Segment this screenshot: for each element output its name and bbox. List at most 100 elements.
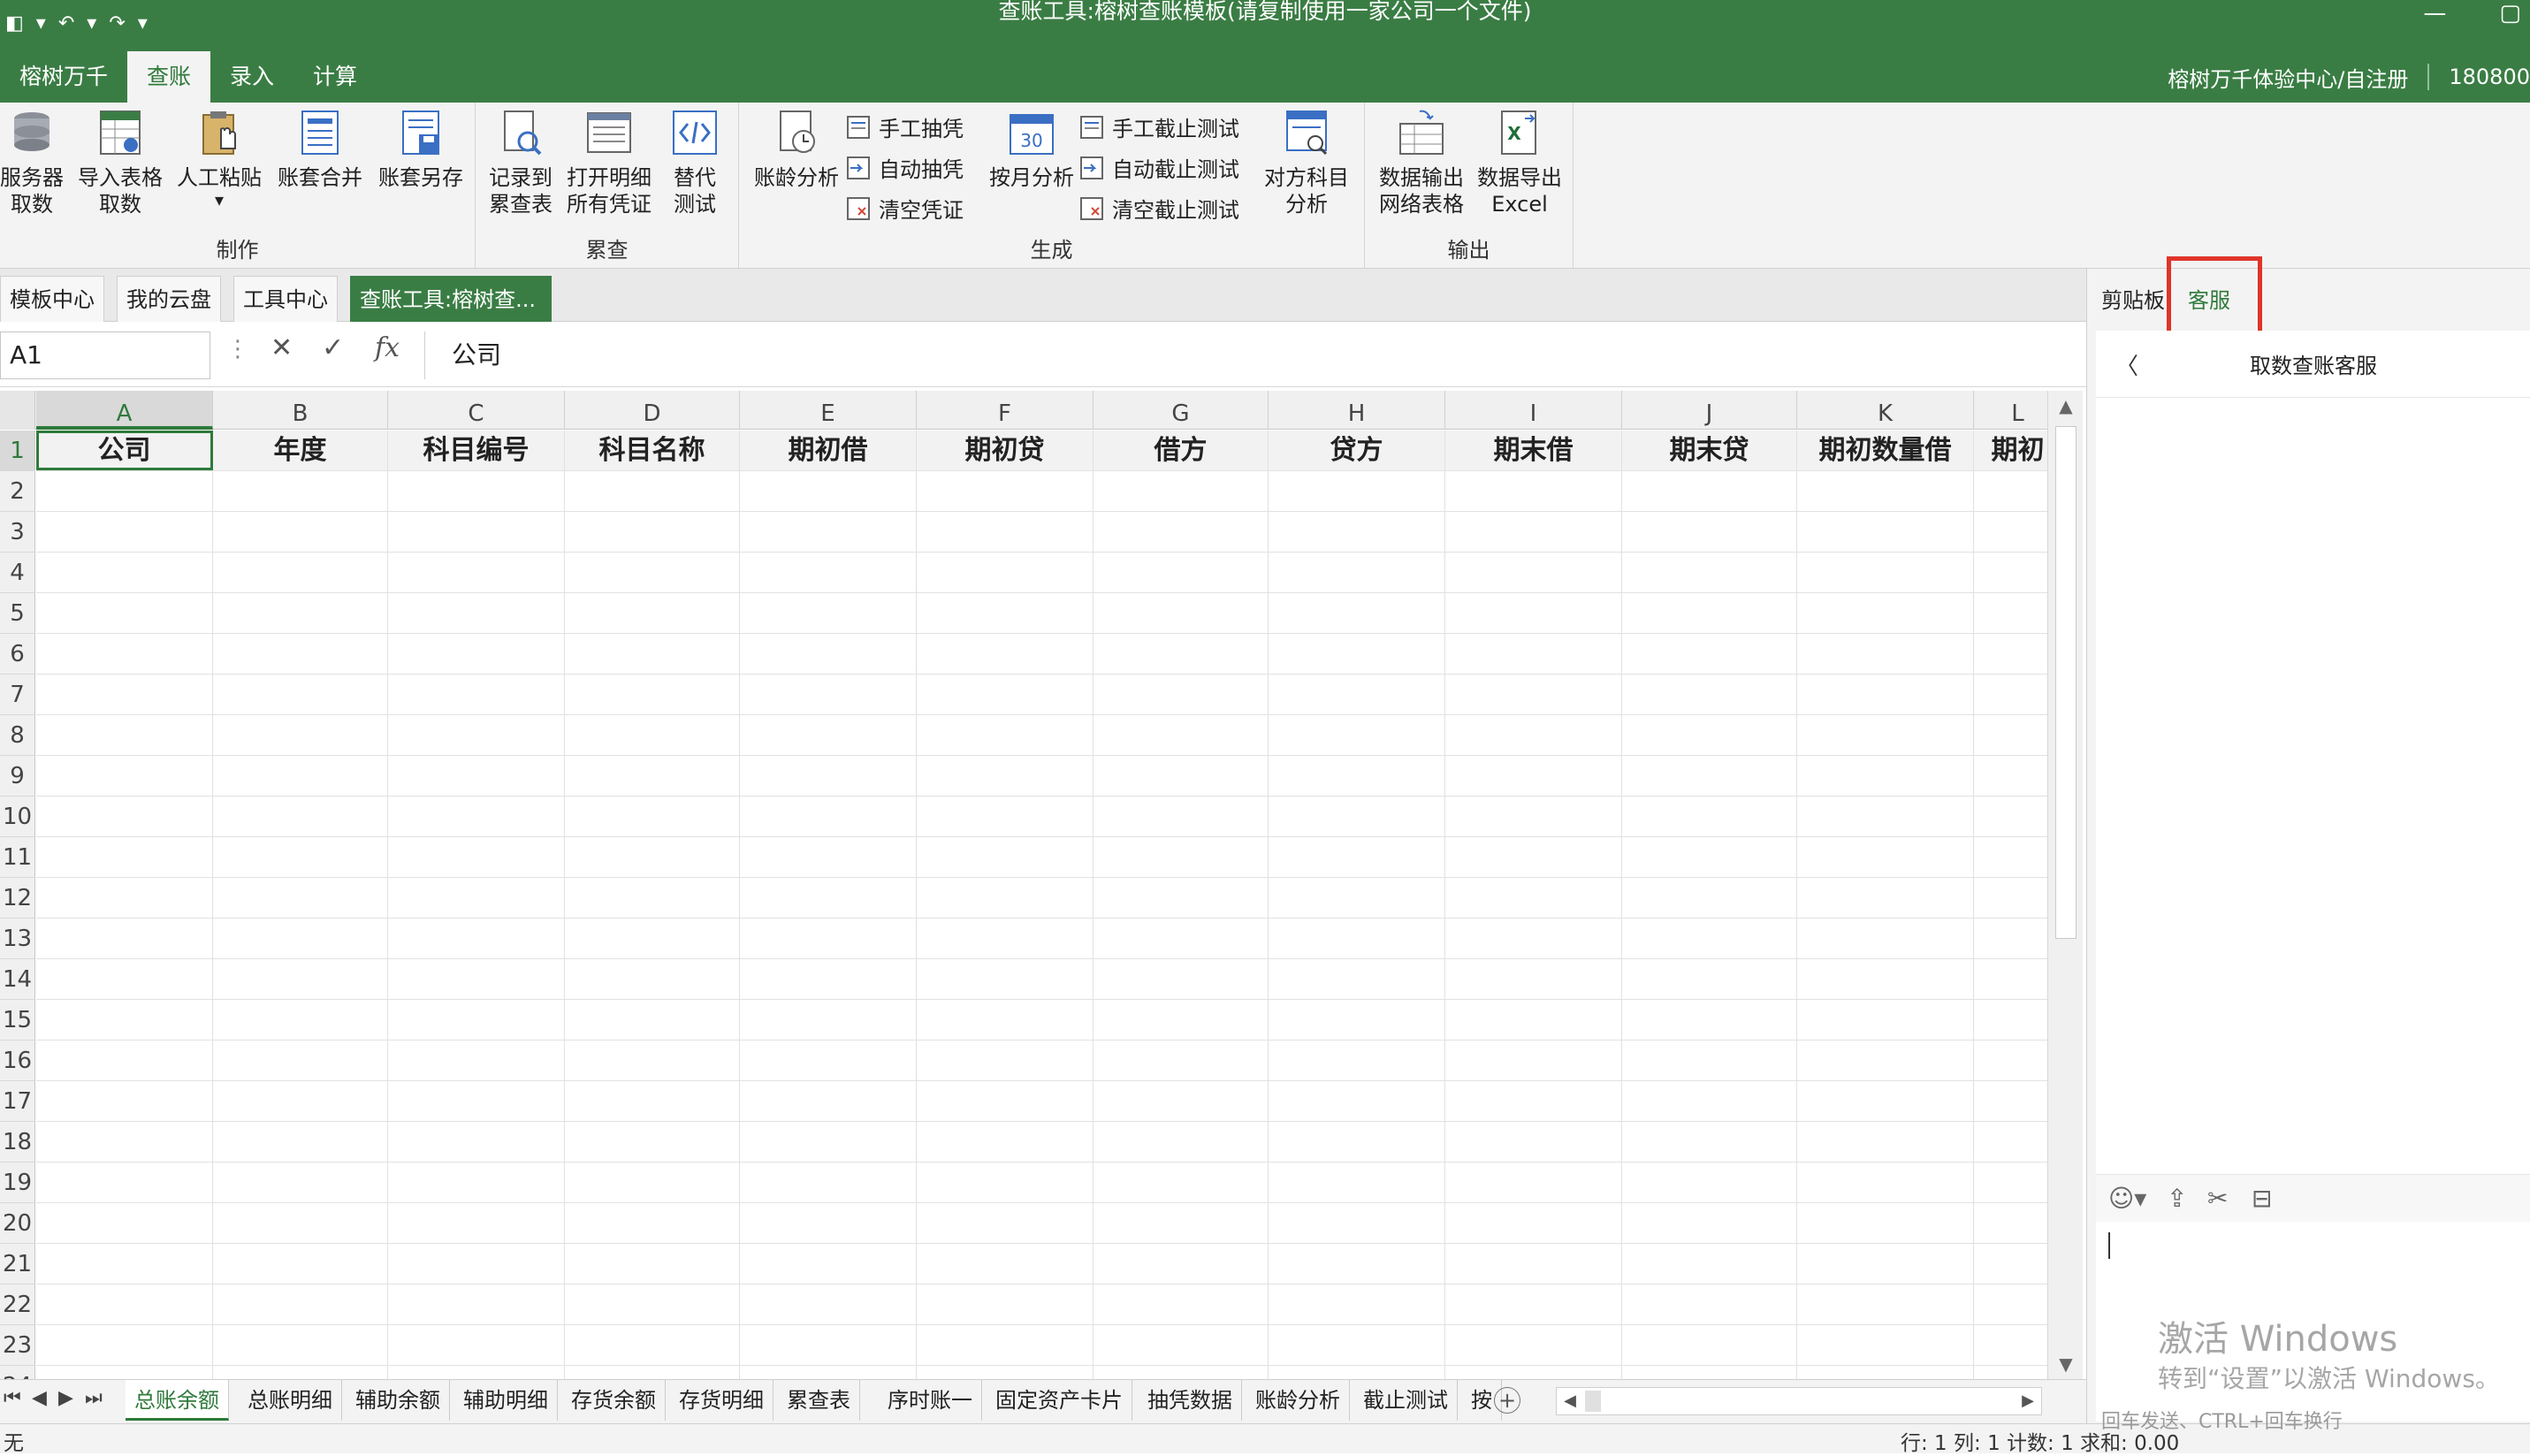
grid-cell[interactable]: [1622, 919, 1797, 958]
grid-cell[interactable]: [1094, 512, 1269, 552]
grid-cell[interactable]: [1269, 593, 1445, 633]
grid-cell[interactable]: [1269, 1163, 1445, 1202]
row-header[interactable]: 17: [0, 1081, 35, 1122]
server-fetch-button[interactable]: 服务器 取数: [0, 108, 64, 217]
grid-cell[interactable]: [1094, 959, 1269, 999]
header-cell[interactable]: 期末借: [1445, 431, 1622, 470]
grid-cell[interactable]: [1269, 797, 1445, 836]
grid-cell[interactable]: [1974, 959, 2047, 999]
row-header[interactable]: 16: [0, 1041, 35, 1081]
grid-cell[interactable]: [1797, 1284, 1974, 1324]
sheet-tab[interactable]: 辅助明细: [454, 1380, 558, 1421]
next-sheet-icon[interactable]: ▶: [58, 1387, 73, 1409]
grid-cell[interactable]: [1269, 634, 1445, 674]
grid-cell[interactable]: [917, 1284, 1094, 1324]
grid-cell[interactable]: [1269, 715, 1445, 755]
grid-cell[interactable]: [1094, 1284, 1269, 1324]
grid-cell[interactable]: [1797, 634, 1974, 674]
grid-cell[interactable]: [1622, 1041, 1797, 1080]
grid-cell[interactable]: [565, 959, 740, 999]
grid-cell[interactable]: [565, 919, 740, 958]
row-header[interactable]: 8: [0, 715, 35, 756]
grid-cell[interactable]: [1094, 593, 1269, 633]
first-sheet-icon[interactable]: ⏮: [4, 1387, 21, 1409]
row-header[interactable]: 4: [0, 553, 35, 593]
grid-cell[interactable]: [1974, 1366, 2047, 1379]
grid-cell[interactable]: [213, 1163, 388, 1202]
grid-cell[interactable]: [565, 634, 740, 674]
grid-cell[interactable]: [1269, 1366, 1445, 1379]
sheet-tab[interactable]: 账龄分析: [1246, 1380, 1350, 1421]
header-cell[interactable]: 年度: [213, 431, 388, 470]
grid-cell[interactable]: [1094, 1000, 1269, 1040]
grid-cell[interactable]: [740, 593, 917, 633]
header-cell[interactable]: 期初借: [740, 431, 917, 470]
manual-cutoff-button[interactable]: 手工截止测试: [1078, 111, 1239, 142]
select-all-corner[interactable]: [0, 391, 35, 430]
grid-cell[interactable]: [1622, 878, 1797, 918]
grid-cell[interactable]: [917, 959, 1094, 999]
grid-cell[interactable]: [1974, 634, 2047, 674]
grid-cell[interactable]: [36, 1366, 213, 1379]
grid-cell[interactable]: [1269, 512, 1445, 552]
header-cell[interactable]: 期末贷: [1622, 431, 1797, 470]
row-header[interactable]: 3: [0, 512, 35, 553]
grid-cell[interactable]: [1974, 919, 2047, 958]
column-header-k[interactable]: K: [1797, 391, 1974, 430]
row-header[interactable]: 13: [0, 919, 35, 959]
grid-cell[interactable]: [213, 756, 388, 796]
grid-cell[interactable]: [1445, 1325, 1622, 1365]
menu-item-input[interactable]: 录入: [210, 51, 293, 103]
grid-cell[interactable]: [213, 1081, 388, 1121]
grid-cell[interactable]: [1445, 919, 1622, 958]
scroll-left-icon[interactable]: ◀: [1557, 1388, 1583, 1414]
grid-cell[interactable]: [1445, 715, 1622, 755]
insert-function-icon[interactable]: fx: [375, 332, 400, 363]
grid-cell[interactable]: [1797, 919, 1974, 958]
grid-cell[interactable]: [1622, 512, 1797, 552]
grid-cell[interactable]: [917, 797, 1094, 836]
grid-cell[interactable]: [388, 471, 565, 511]
grid-cell[interactable]: [1445, 1081, 1622, 1121]
column-header-a[interactable]: A: [36, 391, 213, 430]
grid-cell[interactable]: [1974, 1041, 2047, 1080]
grid-cell[interactable]: [1622, 1203, 1797, 1243]
grid-cell[interactable]: [565, 1203, 740, 1243]
grid-cell[interactable]: [36, 1081, 213, 1121]
grid-cell[interactable]: [36, 634, 213, 674]
grid-cell[interactable]: [1974, 1325, 2047, 1365]
grid-cell[interactable]: [1622, 553, 1797, 592]
row-header[interactable]: 23: [0, 1325, 35, 1366]
grid-cell[interactable]: [1974, 797, 2047, 836]
grid-cell[interactable]: [1622, 1163, 1797, 1202]
grid-cell[interactable]: [36, 715, 213, 755]
grid-cell[interactable]: [1445, 756, 1622, 796]
header-cell[interactable]: 科目名称: [565, 431, 740, 470]
grid-cell[interactable]: [213, 512, 388, 552]
grid-cell[interactable]: [36, 1244, 213, 1284]
grid-cell[interactable]: [740, 634, 917, 674]
grid-cell[interactable]: [917, 553, 1094, 592]
grid-cell[interactable]: [740, 1366, 917, 1379]
header-cell[interactable]: 期初数量借: [1797, 431, 1974, 470]
grid-cell[interactable]: [213, 1122, 388, 1162]
menu-item-rongshu[interactable]: 榕树万千: [0, 51, 127, 103]
grid-cell[interactable]: [1797, 675, 1974, 714]
grid-cell[interactable]: [213, 1284, 388, 1324]
grid-cell[interactable]: [1622, 1284, 1797, 1324]
column-header-f[interactable]: F: [917, 391, 1094, 430]
import-table-button[interactable]: 导入表格 取数: [74, 108, 166, 217]
grid-cell[interactable]: [917, 675, 1094, 714]
grid-cell[interactable]: [1094, 837, 1269, 877]
header-cell[interactable]: 借方: [1094, 431, 1269, 470]
sheet-tab[interactable]: 总账余额: [126, 1380, 229, 1421]
spreadsheet-grid[interactable]: ABCDEFGHIJKL 1 2 3 4 5 6 7 8 9 10 11 12 13 14 15 16 17 18…: [0, 391, 2047, 1379]
grid-cell[interactable]: [565, 553, 740, 592]
grid-cell[interactable]: [565, 797, 740, 836]
row-header[interactable]: 5: [0, 593, 35, 634]
counter-account-analysis-button[interactable]: 对方科目 分析: [1257, 108, 1356, 217]
grid-cell[interactable]: [213, 553, 388, 592]
grid-cell[interactable]: [1094, 1244, 1269, 1284]
sheet-tab[interactable]: 截止测试: [1354, 1380, 1458, 1421]
grid-cell[interactable]: [36, 1122, 213, 1162]
